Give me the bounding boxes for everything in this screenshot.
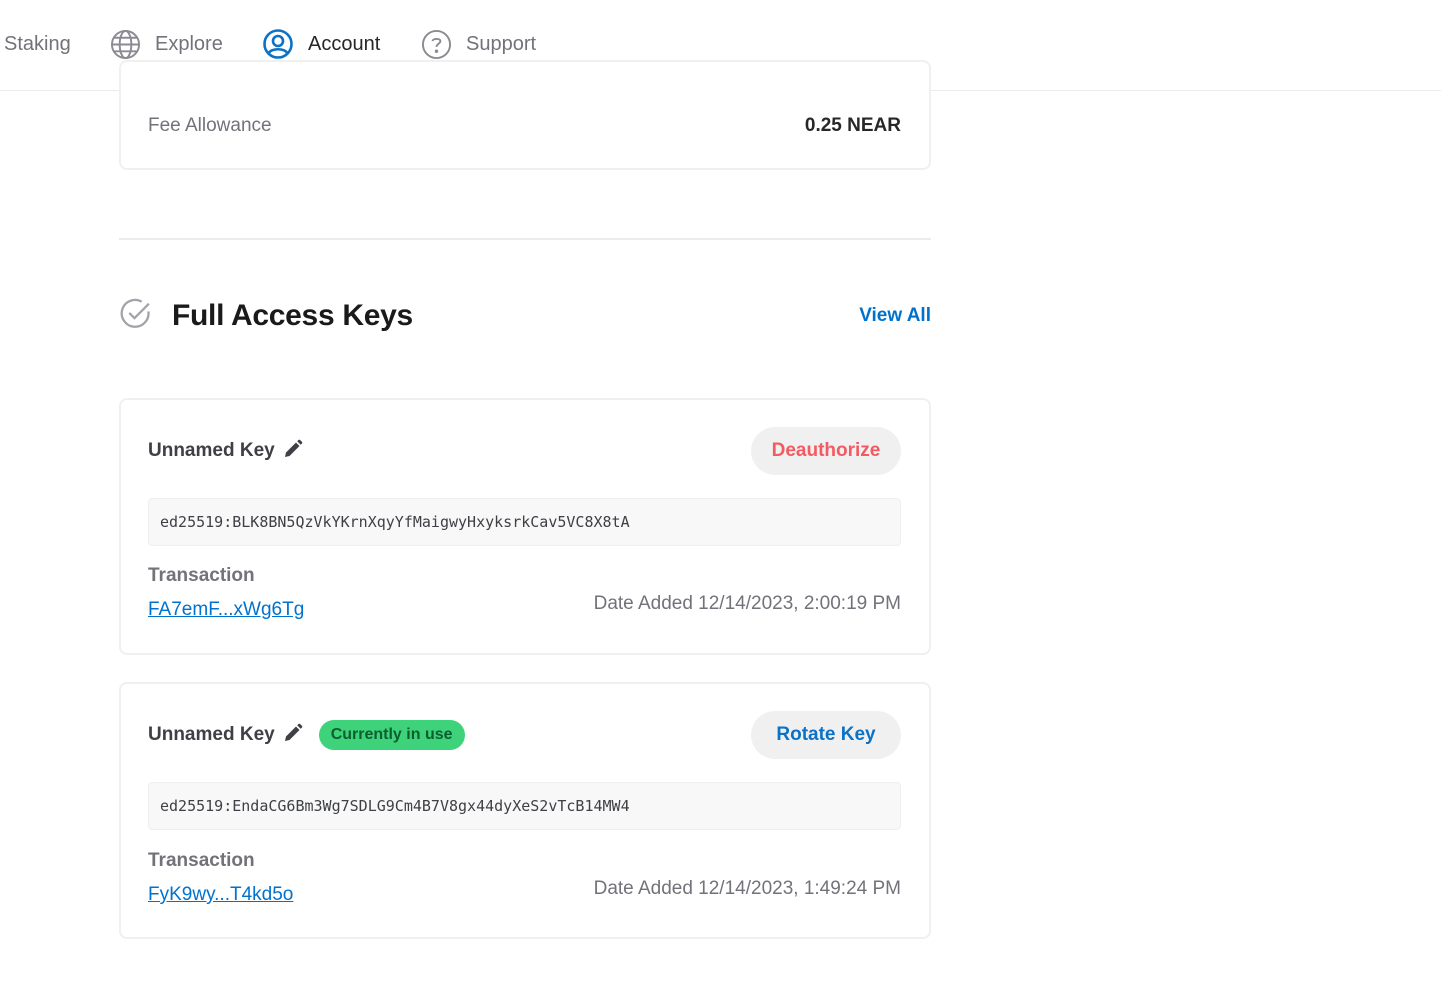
public-key-field: ed25519:BLK8BN5QzVkYKrnXqyYfMaigwyHxyksr… (148, 498, 901, 546)
key-card-header: Unnamed Key Currently in use Rotate Key (148, 710, 901, 760)
public-key-field: ed25519:EndaCG6Bm3Wg7SDLG9Cm4B7V8gx44dyX… (148, 782, 901, 830)
pencil-icon[interactable] (283, 723, 303, 748)
key-name: Unnamed Key (148, 724, 275, 745)
section-divider (119, 238, 931, 240)
nav-item-staking[interactable]: Staking (4, 26, 71, 62)
section-title-wrap: Full Access Keys (119, 297, 413, 335)
rotate-key-button[interactable]: Rotate Key (751, 711, 901, 759)
nav-item-label: Support (466, 32, 537, 55)
transaction-link[interactable]: FyK9wy...T4kd5o (148, 884, 293, 906)
key-name-wrap: Unnamed Key Currently in use (148, 720, 465, 750)
nav-item-label: Explore (155, 32, 223, 55)
full-access-keys-header: Full Access Keys View All (119, 292, 931, 340)
key-name: Unnamed Key (148, 440, 275, 461)
fee-allowance-row: Fee Allowance 0.25 NEAR (148, 112, 901, 140)
nav-item-label: Account (308, 32, 381, 55)
transaction-label: Transaction (148, 565, 255, 586)
check-circle-icon (119, 297, 152, 335)
section-title: Full Access Keys (172, 299, 413, 332)
nav-item-account[interactable]: Account (262, 26, 380, 62)
question-circle-icon (421, 29, 452, 60)
fee-allowance-value: 0.25 NEAR (804, 115, 901, 136)
nav-item-support[interactable]: Support (421, 26, 536, 62)
fee-allowance-label: Fee Allowance (148, 115, 272, 136)
nav-item-label: Staking (4, 32, 71, 55)
date-added: Date Added 12/14/2023, 2:00:19 PM (593, 593, 901, 614)
deauthorize-button[interactable]: Deauthorize (751, 427, 901, 475)
globe-icon (110, 29, 141, 60)
view-all-link[interactable]: View All (859, 305, 931, 327)
status-badge: Currently in use (318, 720, 465, 750)
key-card-header: Unnamed Key Deauthorize (148, 426, 901, 476)
user-circle-icon (262, 28, 294, 60)
transaction-link[interactable]: FA7emF...xWg6Tg (148, 599, 304, 621)
nav-item-explore[interactable]: Explore (110, 26, 223, 62)
transaction-label: Transaction (148, 850, 255, 871)
pencil-icon[interactable] (283, 439, 303, 464)
date-added: Date Added 12/14/2023, 1:49:24 PM (593, 878, 901, 899)
key-name-wrap: Unnamed Key (148, 439, 303, 464)
